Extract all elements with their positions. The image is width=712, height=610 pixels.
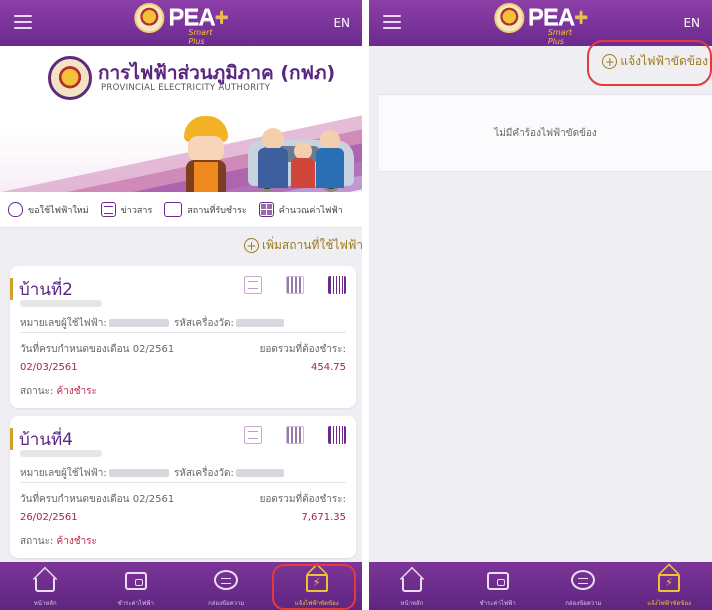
wallet-icon xyxy=(124,572,147,590)
family-image xyxy=(262,128,284,150)
report-outage-button[interactable]: + แจ้งไฟฟ้าขัดข้อง xyxy=(602,52,708,71)
amount-due: 7,671.35 xyxy=(301,512,346,523)
due-date: 26/02/2561 xyxy=(20,512,78,523)
status-row: สถานะ: ค้างชำระ xyxy=(20,536,97,547)
qr-code-icon[interactable] xyxy=(286,426,304,444)
barcode-icon[interactable] xyxy=(328,426,346,444)
lightbulb-icon xyxy=(8,202,23,217)
app-header: PEA+ Smart Plus EN xyxy=(0,0,362,46)
nav-report-outage[interactable]: แจ้งไฟฟ้าขัดข้อง xyxy=(272,562,363,610)
calculator-icon xyxy=(258,202,274,217)
menu-payment-locations[interactable]: สถานที่รับชำระ xyxy=(164,202,247,217)
status-badge: ค้างชำระ xyxy=(56,536,97,547)
language-toggle[interactable]: EN xyxy=(333,16,350,30)
news-icon xyxy=(100,202,116,217)
org-name-english: PROVINCIAL ELECTRICITY AUTHORITY xyxy=(101,83,271,93)
app-header: PEA+ Smart Plus EN xyxy=(369,0,712,46)
app-name: PEA+ xyxy=(168,4,228,31)
bill-document-icon[interactable] xyxy=(244,276,262,294)
status-row: สถานะ: ค้างชำระ xyxy=(20,386,97,397)
plus-circle-icon: + xyxy=(244,238,259,253)
qr-code-icon[interactable] xyxy=(286,276,304,294)
due-amount-row: 02/03/2561 454.75 xyxy=(20,362,346,373)
nav-home[interactable]: หน้าหลัก xyxy=(369,562,455,610)
location-name: บ้านที่2 xyxy=(19,280,73,300)
barcode-icon[interactable] xyxy=(328,276,346,294)
due-row: วันที่ครบกำหนดของเดือน 02/2561 ยอดรวมที่… xyxy=(20,494,346,505)
pea-seal-icon xyxy=(134,3,165,33)
app-name: PEA+ xyxy=(527,4,588,31)
org-logo xyxy=(48,56,92,100)
bottom-nav: หน้าหลัก ชำระค่าไฟฟ้า กล่องข้อความ แจ้งไ… xyxy=(369,562,712,610)
nav-home[interactable]: หน้าหลัก xyxy=(0,562,91,610)
hamburger-menu-icon[interactable] xyxy=(14,15,32,29)
menu-news[interactable]: ข่าวสาร xyxy=(100,202,152,217)
due-amount-row: 26/02/2561 7,671.35 xyxy=(20,512,346,523)
outage-screen: PEA+ Smart Plus EN + แจ้งไฟฟ้าขัดข้อง ไม… xyxy=(369,0,712,610)
nav-inbox[interactable]: กล่องข้อความ xyxy=(541,562,627,610)
nav-pay-bill[interactable]: ชำระค่าไฟฟ้า xyxy=(91,562,182,610)
report-outage-icon xyxy=(658,574,681,592)
home-icon xyxy=(401,578,422,592)
mascot-image xyxy=(178,116,234,192)
location-card[interactable]: บ้านที่2 หมายเลขผู้ใช้ไฟฟ้า: รหัสเครื่อง… xyxy=(10,266,356,408)
app-logo: PEA+ Smart Plus xyxy=(134,3,229,46)
message-icon xyxy=(571,570,596,590)
add-location-button[interactable]: + เพิ่มสถานที่ใช้ไฟฟ้า xyxy=(244,236,362,255)
due-date: 02/03/2561 xyxy=(20,362,78,373)
store-icon xyxy=(164,202,183,217)
location-name: บ้านที่4 xyxy=(19,430,73,450)
banner: การไฟฟ้าส่วนภูมิภาค (กฟภ) PROVINCIAL ELE… xyxy=(0,46,362,192)
app-subtitle: Smart Plus xyxy=(188,28,213,46)
hamburger-menu-icon[interactable] xyxy=(383,15,401,29)
report-outage-icon xyxy=(305,574,328,592)
nav-report-outage[interactable]: แจ้งไฟฟ้าขัดข้อง xyxy=(626,562,712,610)
bill-document-icon[interactable] xyxy=(244,426,262,444)
home-screen: PEA+ Smart Plus EN การไฟฟ้าส่วนภูมิภาค (… xyxy=(0,0,362,610)
language-toggle[interactable]: EN xyxy=(683,16,700,30)
menu-new-service[interactable]: ขอใช้ไฟฟ้าใหม่ xyxy=(8,202,89,217)
wallet-icon xyxy=(486,572,509,590)
home-icon xyxy=(35,578,56,592)
account-row: หมายเลขผู้ใช้ไฟฟ้า: รหัสเครื่องวัด: xyxy=(20,316,346,331)
plus-circle-icon: + xyxy=(602,54,618,69)
bottom-nav: หน้าหลัก ชำระค่าไฟฟ้า กล่องข้อความ แจ้งไ… xyxy=(0,562,362,610)
message-icon xyxy=(214,570,239,590)
location-card[interactable]: บ้านที่4 หมายเลขผู้ใช้ไฟฟ้า: รหัสเครื่อง… xyxy=(10,416,356,558)
account-row: หมายเลขผู้ใช้ไฟฟ้า: รหัสเครื่องวัด: xyxy=(20,466,346,481)
empty-state: ไม่มีคำร้องไฟฟ้าขัดข้อง xyxy=(379,94,712,172)
app-logo: PEA+ Smart Plus xyxy=(493,3,588,46)
due-row: วันที่ครบกำหนดของเดือน 02/2561 ยอดรวมที่… xyxy=(20,344,346,355)
quick-menu: ขอใช้ไฟฟ้าใหม่ ข่าวสาร สถานที่รับชำระ คำ… xyxy=(0,192,362,228)
nav-inbox[interactable]: กล่องข้อความ xyxy=(181,562,272,610)
empty-message: ไม่มีคำร้องไฟฟ้าขัดข้อง xyxy=(494,127,597,139)
menu-bill-calculator[interactable]: คำนวณค่าไฟฟ้า xyxy=(258,202,343,217)
amount-due: 454.75 xyxy=(311,362,346,373)
status-badge: ค้างชำระ xyxy=(56,386,97,397)
app-subtitle: Smart Plus xyxy=(547,28,573,46)
nav-pay-bill[interactable]: ชำระค่าไฟฟ้า xyxy=(455,562,541,610)
pea-seal-icon xyxy=(493,3,524,33)
